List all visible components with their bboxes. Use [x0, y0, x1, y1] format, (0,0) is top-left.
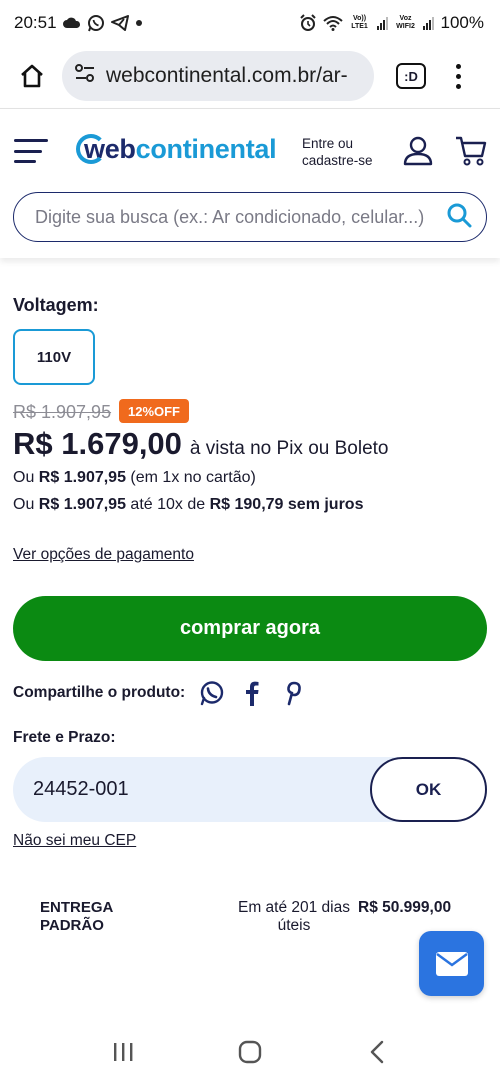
login-line-1: Entre ou	[302, 136, 354, 151]
old-price: R$ 1.907,95	[13, 402, 112, 422]
wifi-label: Voz WIFI2	[396, 15, 415, 30]
mail-icon	[435, 951, 468, 976]
ok-button[interactable]: OK	[370, 757, 487, 822]
installment-line: Ou R$ 1.907,95 até 10x de R$ 190,79 sem …	[13, 496, 363, 514]
status-bar: 20:51 Vo)) LTE1 Voz WIFI2 100%	[0, 0, 500, 46]
search-bar	[13, 192, 487, 242]
lte-label: Vo)) LTE1	[351, 15, 368, 30]
chat-button[interactable]	[419, 931, 484, 996]
cep-form: OK	[13, 757, 487, 822]
share-label: Compartilhe o produto:	[13, 684, 186, 701]
card-amount: R$ 1.907,95	[38, 469, 126, 486]
browser-toolbar: webcontinental.com.br/ar- :D	[0, 46, 500, 106]
wifi-icon	[322, 15, 343, 31]
installment-prefix: Ou	[13, 496, 39, 513]
tabs-label: :D	[404, 68, 418, 84]
more-vert-icon[interactable]	[448, 56, 468, 96]
facebook-share-icon[interactable]	[239, 680, 265, 706]
home-nav-icon[interactable]	[230, 1032, 270, 1072]
installment-value: R$ 190,79 sem juros	[209, 496, 364, 513]
back-icon[interactable]	[357, 1032, 397, 1072]
unknown-cep-link[interactable]: Não sei meu CEP	[13, 832, 136, 850]
installment-total: R$ 1.907,95	[38, 496, 126, 513]
whatsapp-icon	[87, 14, 105, 32]
search-input[interactable]	[35, 206, 446, 228]
cep-input[interactable]	[33, 757, 363, 822]
signal-bars-2-icon	[422, 16, 435, 30]
home-button[interactable]	[10, 54, 54, 98]
signal-bars-1-icon	[376, 16, 389, 30]
payment-options-link[interactable]: Ver opções de pagamento	[13, 546, 194, 564]
search-icon[interactable]	[446, 202, 472, 233]
status-right: Vo)) LTE1 Voz WIFI2 100%	[299, 13, 484, 33]
price-note: à vista no Pix ou Boleto	[189, 438, 389, 459]
url-text: webcontinental.com.br/ar-	[106, 64, 348, 87]
telegram-icon	[110, 15, 129, 31]
site-header: web continental Entre ou cadastre-se	[0, 108, 500, 258]
volte-lte1-signal-icon: Vo)) LTE1	[349, 15, 371, 31]
dot-icon	[135, 19, 143, 27]
shipping-option-time: Em até 201 dias úteis	[228, 899, 360, 935]
recents-icon[interactable]	[103, 1032, 143, 1072]
card-payment-line: Ou R$ 1.907,95 (em 1x no cartão)	[13, 469, 256, 487]
shipping-option-name: ENTREGA PADRÃO	[40, 899, 150, 935]
status-left: 20:51	[14, 13, 143, 33]
discount-badge: 12%OFF	[119, 399, 189, 423]
card-prefix: Ou	[13, 469, 39, 486]
installment-middle: até 10x de	[125, 496, 210, 513]
vowifi2-signal-icon: Voz WIFI2	[395, 15, 417, 31]
share-row: Compartilhe o produto:	[13, 678, 319, 708]
menu-icon[interactable]	[14, 139, 48, 163]
shipping-label: Frete e Prazo:	[13, 729, 116, 746]
whatsapp-share-icon[interactable]	[199, 680, 225, 706]
price-row: R$ 1.679,00 à vista no Pix ou Boleto	[13, 426, 389, 462]
battery-text: 100%	[440, 13, 484, 32]
pinterest-share-icon[interactable]	[279, 680, 305, 706]
shipping-name-line-2: PADRÃO	[40, 917, 104, 934]
voltage-option-110v[interactable]: 110V	[13, 329, 95, 385]
system-nav-bar	[0, 1020, 500, 1083]
login-link[interactable]: Entre ou cadastre-se	[302, 135, 373, 169]
voltage-label: Voltagem:	[13, 295, 99, 315]
address-bar[interactable]: webcontinental.com.br/ar-	[62, 51, 374, 101]
logo-ring	[76, 134, 106, 164]
alarm-icon	[299, 14, 317, 32]
shipping-time-line-2: úteis	[277, 917, 311, 934]
home-icon	[21, 64, 43, 88]
cloud-icon	[62, 17, 81, 29]
shipping-time-line-1: Em até 201 dias	[237, 899, 350, 916]
site-settings-icon[interactable]	[74, 63, 96, 89]
cart-icon[interactable]	[454, 135, 488, 172]
shipping-option-price: R$ 50.999,00	[358, 899, 452, 916]
login-line-2: cadastre-se	[302, 153, 373, 168]
main-price: R$ 1.679,00	[13, 426, 182, 461]
shipping-name-line-1: ENTREGA	[40, 899, 114, 916]
status-time: 20:51	[14, 13, 57, 32]
logo-continental: continental	[135, 133, 277, 164]
card-suffix: (em 1x no cartão)	[125, 469, 256, 486]
user-icon[interactable]	[402, 135, 434, 172]
buy-now-button[interactable]: comprar agora	[13, 596, 487, 661]
tabs-icon[interactable]: :D	[396, 63, 426, 89]
site-logo[interactable]: web continental	[76, 129, 277, 169]
